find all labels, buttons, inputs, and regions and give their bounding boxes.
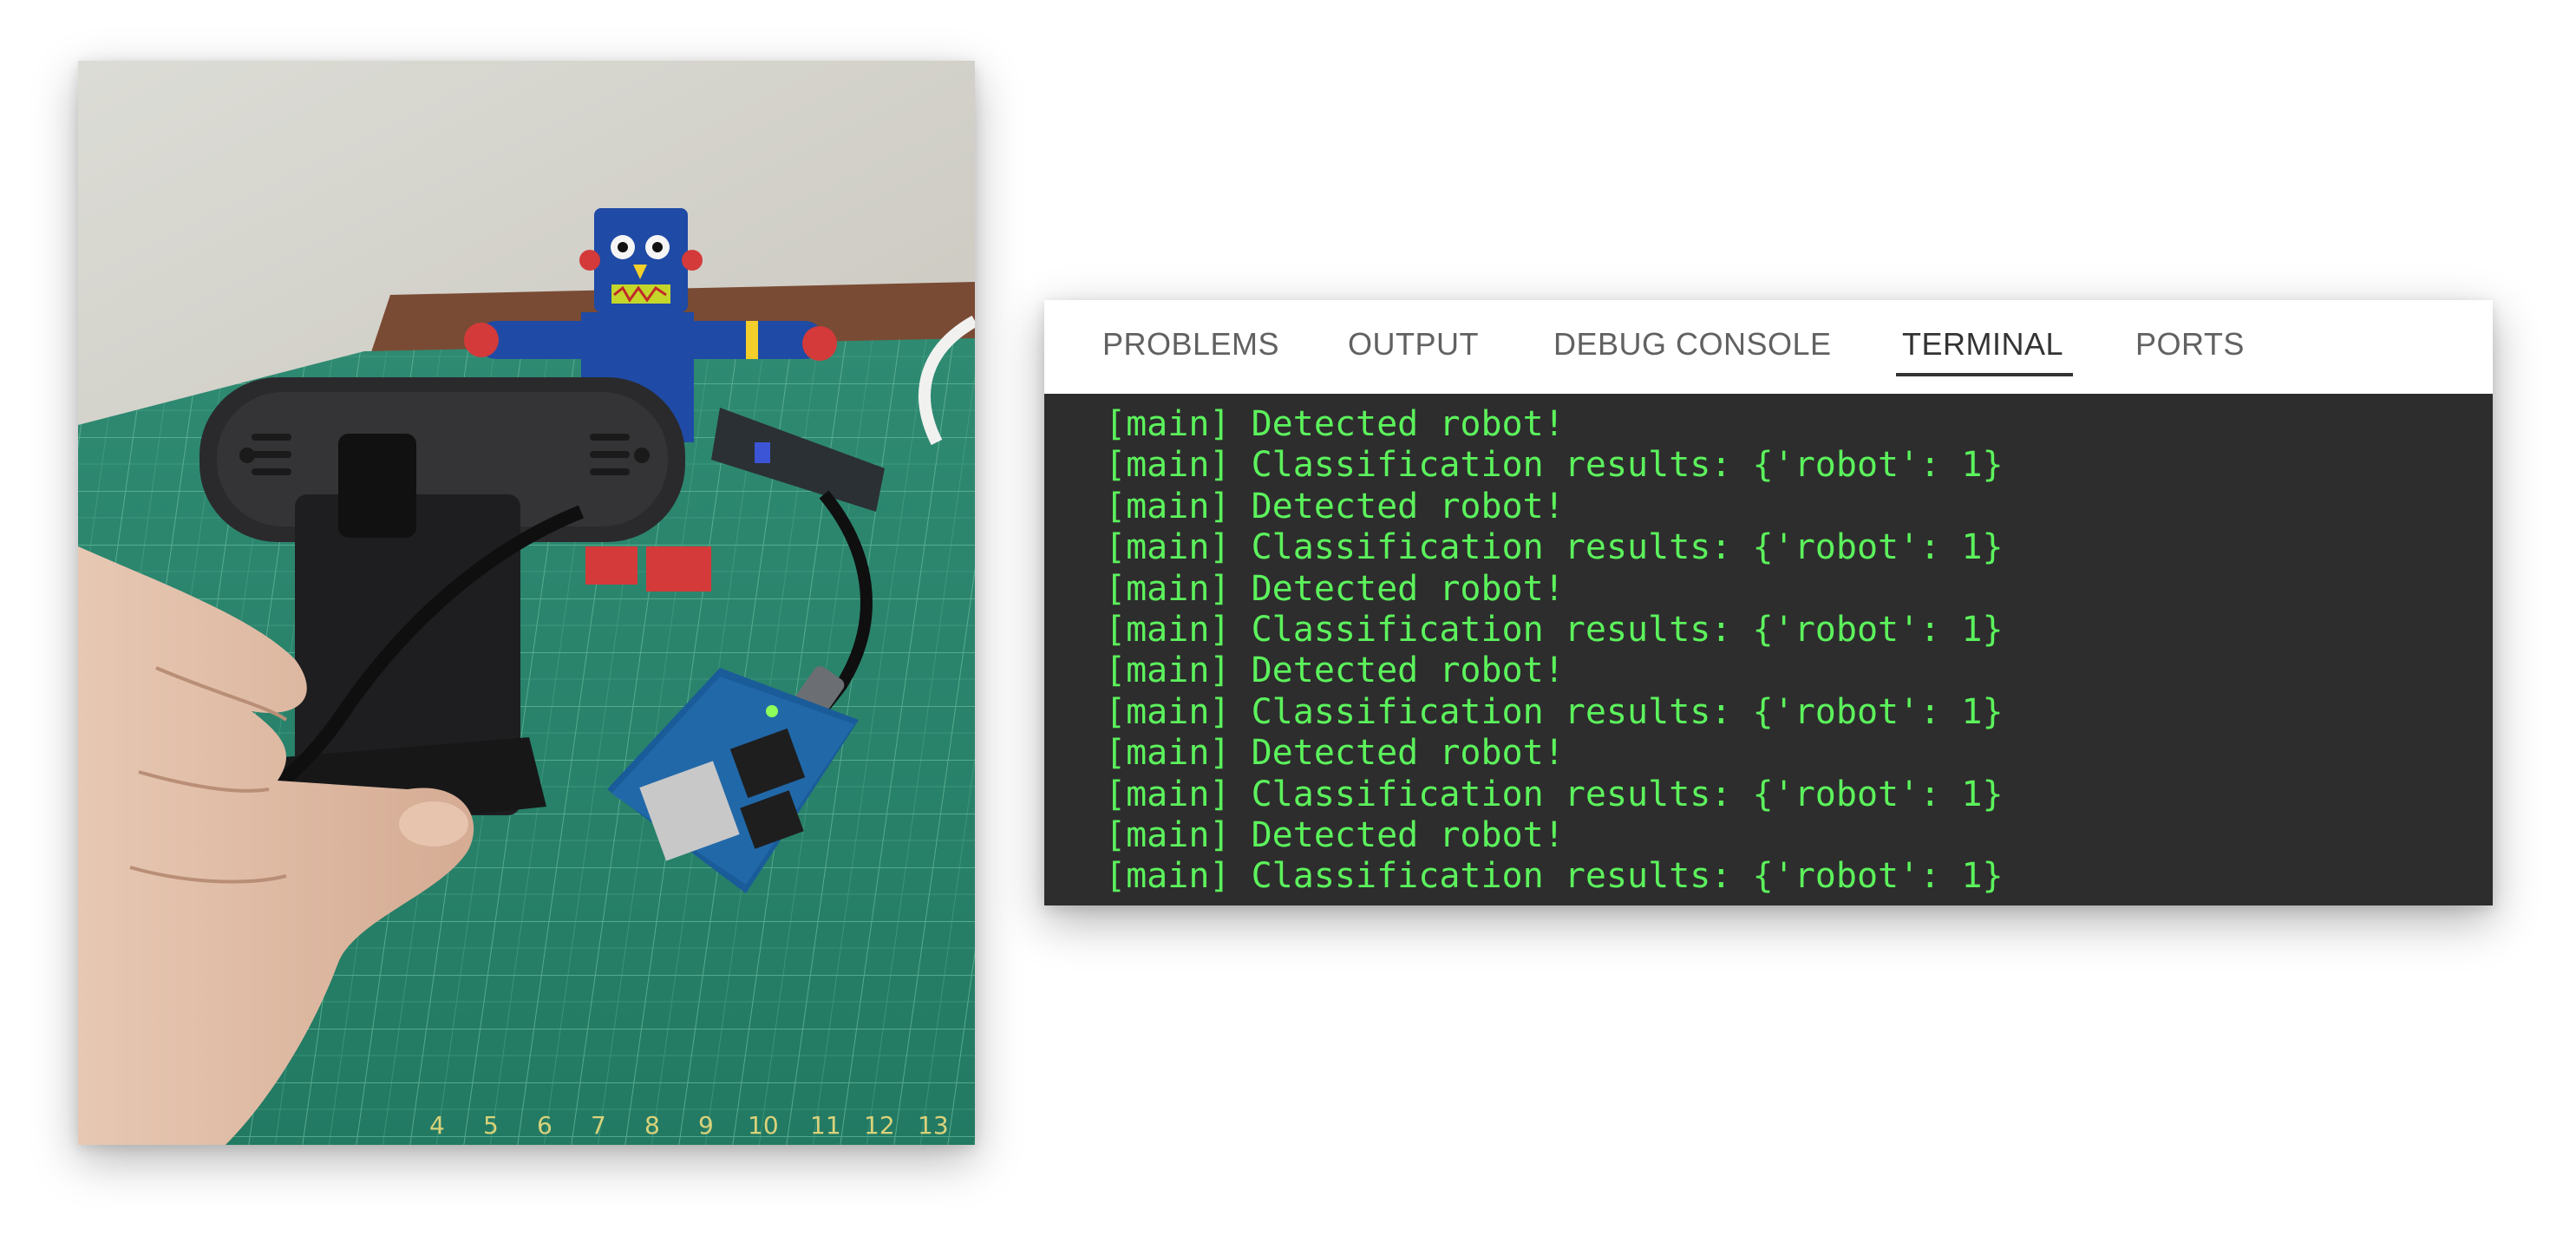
svg-text:11: 11 (810, 1111, 841, 1140)
tab-ports[interactable]: PORTS (2135, 326, 2245, 371)
terminal-line: [main] Detected robot! (1105, 404, 1565, 444)
tab-debug-console[interactable]: DEBUG CONSOLE (1553, 326, 1832, 371)
terminal-line: [main] Classification results: {'robot':… (1105, 691, 2004, 732)
terminal-line: [main] Classification results: {'robot':… (1105, 527, 2004, 568)
tab-output[interactable]: OUTPUT (1348, 326, 1479, 371)
svg-text:9: 9 (698, 1111, 714, 1140)
panel-tab-bar: PROBLEMS OUTPUT DEBUG CONSOLE TERMINAL P… (1044, 300, 2493, 394)
terminal-line: [main] Detected robot! (1105, 814, 1565, 855)
terminal-panel: PROBLEMS OUTPUT DEBUG CONSOLE TERMINAL P… (1044, 300, 2493, 905)
terminal-output[interactable]: [main] Detected robot! [main] Classifica… (1044, 394, 2493, 905)
svg-text:12: 12 (864, 1111, 895, 1140)
svg-text:4: 4 (429, 1111, 445, 1140)
svg-text:7: 7 (591, 1111, 606, 1140)
tab-terminal[interactable]: TERMINAL (1902, 326, 2063, 371)
terminal-line: [main] Detected robot! (1105, 568, 1565, 609)
photo: 4 5 6 7 8 9 10 11 12 13 (78, 61, 975, 1145)
tab-problems[interactable]: PROBLEMS (1102, 326, 1279, 371)
svg-text:13: 13 (918, 1111, 949, 1140)
terminal-line: [main] Classification results: {'robot':… (1105, 445, 2004, 486)
svg-text:8: 8 (644, 1111, 660, 1140)
terminal-line: [main] Classification results: {'robot':… (1105, 856, 2004, 897)
svg-text:6: 6 (537, 1111, 552, 1140)
terminal-line: [main] Classification results: {'robot':… (1105, 774, 2004, 814)
terminal-line: [main] Detected robot! (1105, 733, 1565, 774)
terminal-line: [main] Detected robot! (1105, 650, 1565, 691)
svg-text:10: 10 (748, 1111, 779, 1140)
terminal-line: [main] Classification results: {'robot':… (1105, 609, 2004, 650)
terminal-lines: [main] Detected robot! [main] Classifica… (1105, 404, 2004, 898)
svg-text:5: 5 (483, 1111, 499, 1140)
photo-illustration: 4 5 6 7 8 9 10 11 12 13 (78, 61, 975, 1145)
terminal-line: [main] Detected robot! (1105, 486, 1565, 526)
active-tab-indicator (1896, 373, 2073, 376)
